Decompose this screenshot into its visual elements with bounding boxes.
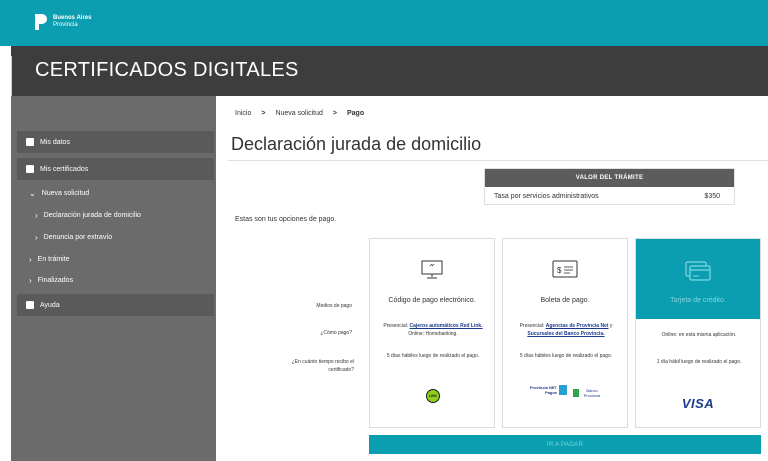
valor-price: $350: [704, 192, 720, 200]
brand-logo[interactable]: Buenos Aires Provincia: [34, 13, 91, 31]
brand-text: Buenos Aires Provincia: [53, 15, 91, 29]
breadcrumb-current: Pago: [347, 110, 365, 117]
sidebar-item-label: Declaración jurada de domicilio: [43, 212, 141, 219]
card-how: Presencial: Agencias de Provincia Net y …: [511, 322, 621, 338]
row-label-medios: Medios de pago: [316, 303, 352, 309]
link-logo: LINK: [426, 389, 440, 403]
svg-text:$: $: [557, 266, 562, 275]
card-time: 5 días hábiles luego de realizado el pag…: [386, 353, 480, 359]
how-suffix: Online: Homebanking.: [408, 331, 458, 337]
valor-tramite-table: VALOR DEL TRÁMITE Tasa por servicios adm…: [484, 168, 735, 205]
breadcrumb-inicio[interactable]: Inicio: [235, 110, 251, 117]
province-logo-icon: [35, 14, 47, 30]
sidebar-item-declaracion[interactable]: › Declaración jurada de domicilio: [35, 211, 141, 220]
brand-line2: Provincia: [53, 22, 78, 28]
card-title: Código de pago electrónico.: [388, 297, 476, 304]
credit-cards-icon: [684, 260, 712, 287]
sidebar-item-label: Mis datos: [40, 138, 70, 146]
provincia-net-text: Provincia NET Pagos: [529, 385, 557, 395]
valor-item: Tasa por servicios administrativos: [494, 192, 599, 200]
app-title: CERTIFICADOS DIGITALES: [35, 59, 299, 81]
card-title: Boleta de pago.: [540, 297, 590, 304]
receipt-icon: $: [552, 260, 578, 285]
sidebar-item-label: Ayuda: [40, 301, 60, 309]
sidebar-item-label: En trámite: [37, 256, 70, 263]
sidebar-item-en-tramite[interactable]: › En trámite: [29, 255, 70, 264]
how-prefix: Presencial:: [519, 323, 546, 329]
card-time: 5 días hábiles luego de realizado el pag…: [519, 353, 613, 359]
how-prefix: Presencial:: [383, 323, 410, 329]
breadcrumb-separator: >: [261, 110, 266, 117]
valor-header: VALOR DEL TRÁMITE: [485, 169, 734, 187]
card-how: Presencial: Cajeros automáticos Red Link…: [378, 322, 488, 338]
card-how: Online: en esta misma aplicación.: [661, 332, 737, 338]
banco-provincia-mark: [573, 389, 579, 397]
pay-button[interactable]: IR A PAGAR: [369, 435, 761, 454]
help-icon: [26, 301, 34, 309]
chevron-right-icon: ›: [29, 276, 32, 285]
user-card-icon: [26, 138, 34, 146]
row-label-cuanto: ¿En cuánto tiempo recibo el certificado?: [291, 359, 354, 373]
breadcrumb: Inicio > Nueva solicitud > Pago: [235, 110, 364, 117]
divider: [228, 160, 768, 161]
card-title: Tarjeta de crédito.: [670, 297, 726, 304]
page-title: Declaración jurada de domicilio: [231, 134, 482, 154]
chevron-right-icon: ›: [35, 233, 38, 242]
provincia-net-mark: [559, 385, 567, 395]
sidebar-item-ayuda[interactable]: Ayuda: [17, 294, 214, 316]
sidebar-item-label: Nueva solicitud: [41, 190, 90, 197]
sidebar-item-finalizados[interactable]: › Finalizados: [29, 276, 73, 285]
banco-provincia-text: Banco Provincia: [583, 388, 601, 398]
link-logo-text: LINK: [428, 394, 438, 398]
cajeros-link[interactable]: Cajeros automáticos Red Link.: [410, 323, 483, 329]
monitor-icon: [421, 260, 443, 285]
agencias-link[interactable]: Agencias de Provincia Net: [546, 323, 609, 329]
sucursales-link[interactable]: Sucursales del Banco Provincia.: [527, 331, 604, 337]
sidebar-item-denuncia[interactable]: › Denuncia por extravío: [35, 233, 112, 242]
options-label: Estas son tus opciones de pago.: [235, 216, 337, 223]
sidebar-item-label: Denuncia por extravío: [43, 234, 113, 241]
sidebar-item-nueva-solicitud[interactable]: ⌄ Nueva solicitud: [29, 189, 89, 198]
chevron-right-icon: ›: [35, 211, 38, 220]
breadcrumb-nueva-solicitud[interactable]: Nueva solicitud: [275, 110, 322, 117]
card-time: 1 día hábil luego de realizado el pago.: [656, 359, 742, 365]
valor-row: Tasa por servicios administrativos $350: [485, 187, 734, 205]
title-bar: CERTIFICADOS DIGITALES: [11, 46, 768, 96]
banco-provincia-logo: Banco Provincia: [573, 388, 603, 398]
chevron-down-icon: ⌄: [29, 189, 36, 198]
how-mid: y: [608, 323, 613, 329]
sidebar-item-mis-certificados[interactable]: Mis certificados: [17, 158, 214, 180]
payment-option-boleta[interactable]: $ Boleta de pago. Presencial: Agencias d…: [502, 238, 628, 428]
brand-line1: Buenos Aires: [53, 15, 92, 21]
row-label-como: ¿Cómo pago?: [320, 330, 352, 336]
payment-option-link[interactable]: Código de pago electrónico. Presencial: …: [369, 238, 495, 428]
payment-option-tarjeta[interactable]: Tarjeta de crédito. Online: en esta mism…: [635, 238, 761, 428]
provincia-net-logo: Provincia NET Pagos: [529, 385, 567, 395]
sidebar-item-label: Mis certificados: [40, 165, 89, 173]
top-bar: Buenos Aires Provincia: [0, 0, 768, 46]
breadcrumb-separator: >: [332, 110, 337, 117]
sidebar-item-mis-datos[interactable]: Mis datos: [17, 131, 214, 153]
sidebar: Mis datos Mis certificados ⌄ Nueva solic…: [11, 96, 216, 461]
documents-icon: [26, 165, 34, 173]
visa-logo: VISA: [681, 396, 715, 411]
chevron-right-icon: ›: [29, 255, 32, 264]
sidebar-item-label: Finalizados: [37, 277, 74, 284]
